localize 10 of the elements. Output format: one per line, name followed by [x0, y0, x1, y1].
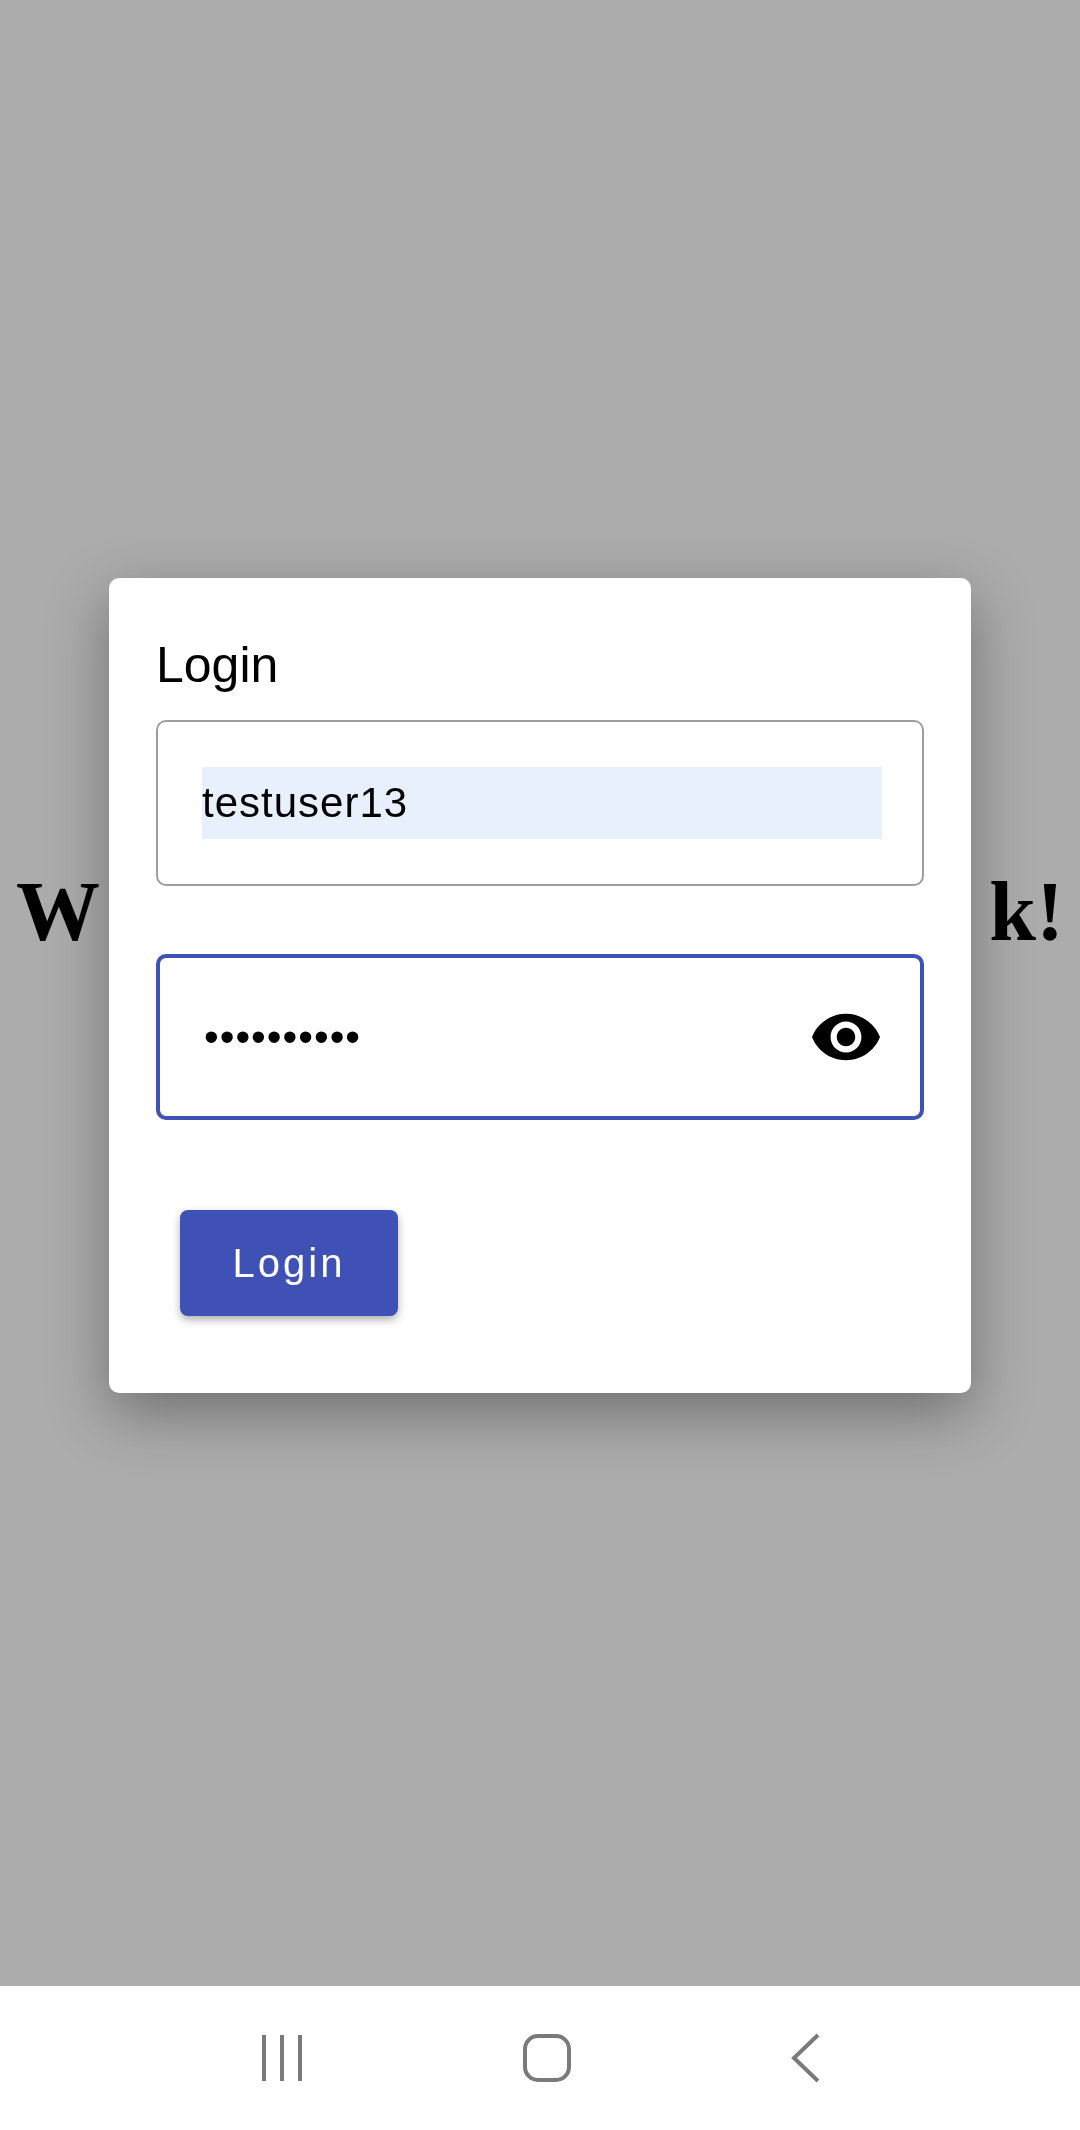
input-text[interactable]: testuser13: [202, 767, 882, 839]
heading-text: k!: [989, 870, 1064, 954]
input-field[interactable]: ••••••••••: [156, 954, 924, 1120]
input-text[interactable]: ••••••••••: [204, 1001, 812, 1073]
dialog-title: Login: [156, 640, 280, 690]
input-field[interactable]: testuser13: [156, 720, 924, 886]
back-icon[interactable]: [789, 2032, 822, 2084]
home-icon[interactable]: [522, 2033, 572, 2083]
login-button[interactable]: Login: [180, 1210, 398, 1316]
heading-text: W: [16, 870, 100, 954]
